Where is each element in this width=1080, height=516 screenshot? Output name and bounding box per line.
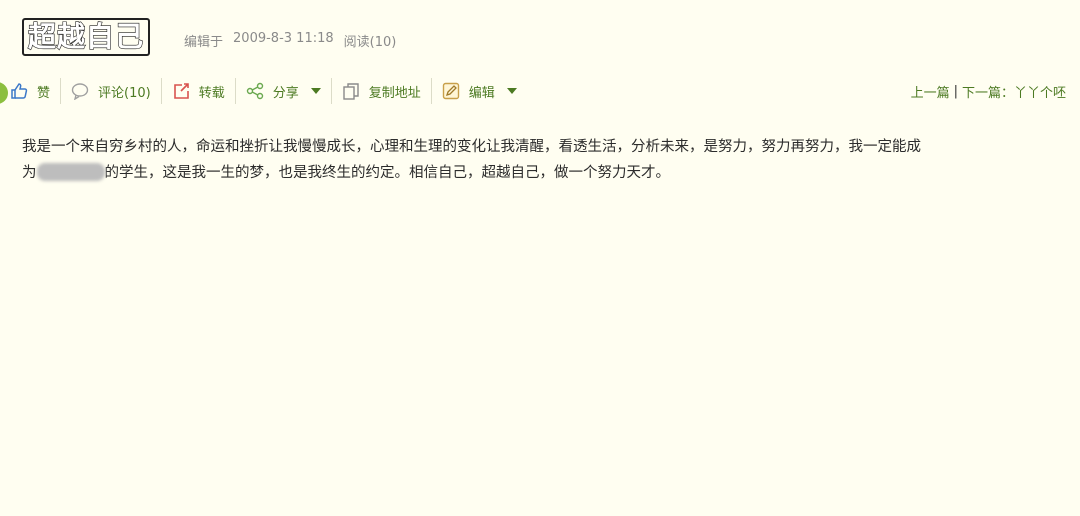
meta-read-count: 阅读(10) — [343, 34, 397, 50]
chevron-down-icon[interactable] — [506, 88, 517, 94]
like-label: 赞 — [37, 85, 51, 101]
edit-label: 编辑 — [468, 85, 495, 101]
blog-post-page: 超越自己 编辑于 2009-8-3 11:18 阅读(10) 赞 评论(10) … — [0, 0, 1080, 516]
copy-icon — [342, 82, 360, 100]
repost-button[interactable]: 转载 — [162, 76, 235, 106]
title-row: 超越自己 编辑于 2009-8-3 11:18 阅读(10) — [22, 18, 396, 56]
content-text: 为 — [22, 165, 37, 181]
post-title: 超越自己 — [22, 18, 151, 56]
like-button[interactable]: 赞 — [0, 76, 60, 106]
comment-button[interactable]: 评论(10) — [61, 76, 161, 106]
share-icon — [246, 82, 264, 100]
edit-button[interactable]: 编辑 — [432, 76, 527, 106]
nav-separator: | — [953, 83, 958, 99]
prev-post-link[interactable]: 上一篇 — [911, 82, 950, 101]
meta-date: 2009-8-3 11:18 — [233, 30, 334, 46]
repost-icon — [172, 82, 190, 100]
post-content: 我是一个来自穷乡村的人，命运和挫折让我慢慢成长，心理和生理的变化让我清醒，看透生… — [22, 134, 1062, 186]
next-post-link[interactable]: 下一篇：丫丫个呸 — [962, 82, 1066, 101]
comment-label: 评论(10) — [98, 85, 151, 101]
copy-address-label: 复制地址 — [368, 85, 421, 101]
repost-label: 转载 — [198, 85, 225, 101]
content-line: 为 的学生，这是我一生的梦，也是我终生的约定。相信自己，超越自己，做一个努力天才。 — [22, 160, 1062, 186]
content-text: 的学生，这是我一生的梦，也是我终生的约定。相信自己，超越自己，做一个努力天才。 — [104, 165, 671, 181]
chevron-down-icon[interactable] — [310, 88, 321, 94]
edit-icon — [442, 82, 460, 100]
copy-address-button[interactable]: 复制地址 — [332, 76, 431, 106]
thumbs-up-icon — [10, 82, 28, 100]
share-button[interactable]: 分享 — [236, 76, 331, 106]
comment-bubble-icon — [71, 82, 89, 100]
content-line: 我是一个来自穷乡村的人，命运和挫折让我慢慢成长，心理和生理的变化让我清醒，看透生… — [22, 139, 921, 155]
post-meta: 编辑于 2009-8-3 11:18 阅读(10) — [184, 31, 396, 50]
redacted-text — [36, 163, 105, 181]
meta-edited-label: 编辑于 — [184, 34, 224, 50]
post-navigation: 上一篇 | 下一篇：丫丫个呸 — [911, 76, 1066, 106]
share-label: 分享 — [272, 85, 299, 101]
post-toolbar: 赞 评论(10) 转载 分享 复制地址 编辑 上一篇 | 下一篇：丫丫个呸 — [0, 76, 1080, 106]
